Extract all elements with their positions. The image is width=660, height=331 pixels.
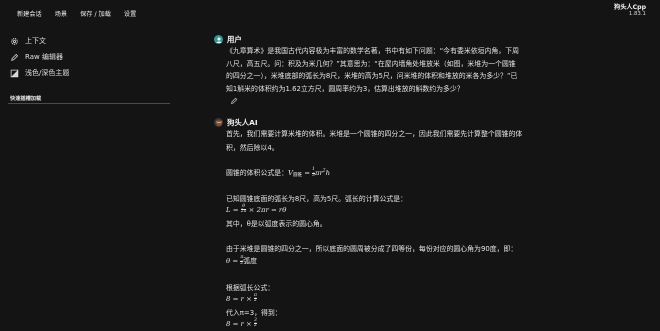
formula-left: L = — [226, 205, 241, 214]
formula-fraction: π2 — [254, 293, 257, 304]
arc-eq-line: 8 = r × π2 — [226, 293, 257, 304]
app-name: 狗头人Cpp — [614, 4, 646, 11]
sidebar-item-raw-editor[interactable]: Raw 编辑器 — [10, 52, 63, 62]
app-version: 1.83.1 — [628, 11, 646, 17]
formula-right: × 2πr = rθ — [246, 205, 287, 214]
sidebar-item-context[interactable]: 上下文 — [10, 36, 46, 46]
user-message-header: 用户 — [214, 34, 242, 45]
ai-line: 代入π=3，得到： — [226, 309, 282, 317]
frac-den: 2 — [254, 298, 257, 304]
formula-left: 8 = r × — [226, 319, 254, 328]
formula-pi-r: πr — [314, 169, 323, 177]
sidebar-item-label: 上下文 — [25, 37, 46, 45]
top-nav: 新建会话 场景 保存 / 加载 设置 — [17, 9, 136, 18]
nav-scenarios[interactable]: 场景 — [55, 9, 67, 18]
ai-message-header: 狗头人AI — [214, 117, 258, 128]
gear-icon — [11, 37, 18, 45]
frac-den: 2 — [254, 323, 257, 329]
quick-slot-label: 快速插槽加载 — [10, 96, 42, 102]
formula-unit: 弧度 — [243, 257, 257, 265]
sidebar: 上下文 Raw 编辑器 浅色/深色主题 快速插槽加载 — [0, 26, 186, 331]
ai-line: 由于米堆是圆锥的四分之一，所以底面的圆周被分成了四等份，每份对应的圆心角为90度… — [226, 245, 518, 253]
user-line: 知1斛米的体积约为1.62立方尺，圆周率约为3，估算出堆放的斛数约为多少？ — [226, 84, 464, 93]
theme-icon — [10, 69, 19, 77]
pencil-icon — [11, 53, 19, 61]
subst-eq-line: 8 = r × 32 — [226, 318, 257, 329]
chat-area: 用户 《九章算术》是我国古代内容极为丰富的数学名著，书中有如下问题：“今有委米依… — [212, 0, 557, 331]
sidebar-divider — [8, 103, 170, 104]
ai-name: 狗头人AI — [227, 118, 258, 127]
person-icon — [216, 37, 221, 43]
formula-left: θ = — [226, 257, 241, 265]
app-brand: 狗头人Cpp 1.83.1 — [614, 4, 646, 18]
ai-line: 积，然后除以4。 — [226, 144, 279, 152]
sidebar-item-label: 浅色/深色主题 — [25, 69, 70, 77]
formula-h: h — [325, 169, 331, 177]
formula-sub: 圆锥 — [293, 173, 302, 178]
formula-eq: = — [302, 169, 313, 177]
user-line: 《九章算术》是我国古代内容极为丰富的数学名著，书中有如下问题：“今有委米依垣内角… — [226, 47, 519, 55]
ai-line: 已知圆锥底面的弧长为8尺，高为5尺。弧长的计算公式是： — [226, 195, 408, 203]
formula-math: V圆锥 = 1 3 πr2h — [288, 167, 331, 178]
formula-left: 8 = r × — [226, 294, 254, 303]
ai-line: 首先，我们需要计算米堆的体积。米堆是一个圆锥的四分之一，因此我们需要先计算整个圆… — [226, 130, 523, 138]
arc-formula-line: L = θ 2π × 2πr = rθ — [226, 204, 287, 215]
kobold-icon — [215, 119, 222, 126]
ai-line: 其中，θ是以弧度表示的圆心角。 — [226, 220, 327, 228]
nav-save-load[interactable]: 保存 / 加载 — [80, 9, 111, 18]
user-name: 用户 — [227, 35, 242, 44]
nav-new-session[interactable]: 新建会话 — [17, 9, 42, 18]
user-avatar — [214, 35, 223, 44]
user-message-text: 《九章算术》是我国古代内容极为丰富的数学名著，书中有如下问题：“今有委米依垣内角… — [226, 45, 562, 95]
volume-formula-line: 圆锥的体积公式是：V圆锥 = 1 3 πr2h — [226, 167, 330, 178]
user-line: 八尺，高五尺。问：积及为米几何？”其意思为：“在屋内墙角处堆放米（如图，米堆为一… — [226, 59, 516, 68]
ai-avatar — [214, 118, 223, 127]
user-line: 的四分之一），米堆底部的弧长为8尺，米堆的高为5尺，问米堆的体积和堆放的米各为多… — [226, 72, 518, 80]
formula-label: 圆锥的体积公式是： — [226, 169, 289, 177]
formula-fraction: 32 — [254, 318, 257, 329]
ai-line: 根据弧长公式： — [226, 284, 275, 292]
theta-formula-line: θ = π 2 弧度 — [226, 255, 257, 266]
nav-settings[interactable]: 设置 — [124, 9, 136, 18]
sidebar-item-label: Raw 编辑器 — [25, 53, 63, 61]
edit-icon[interactable] — [230, 97, 238, 105]
sidebar-item-theme[interactable]: 浅色/深色主题 — [10, 68, 69, 78]
